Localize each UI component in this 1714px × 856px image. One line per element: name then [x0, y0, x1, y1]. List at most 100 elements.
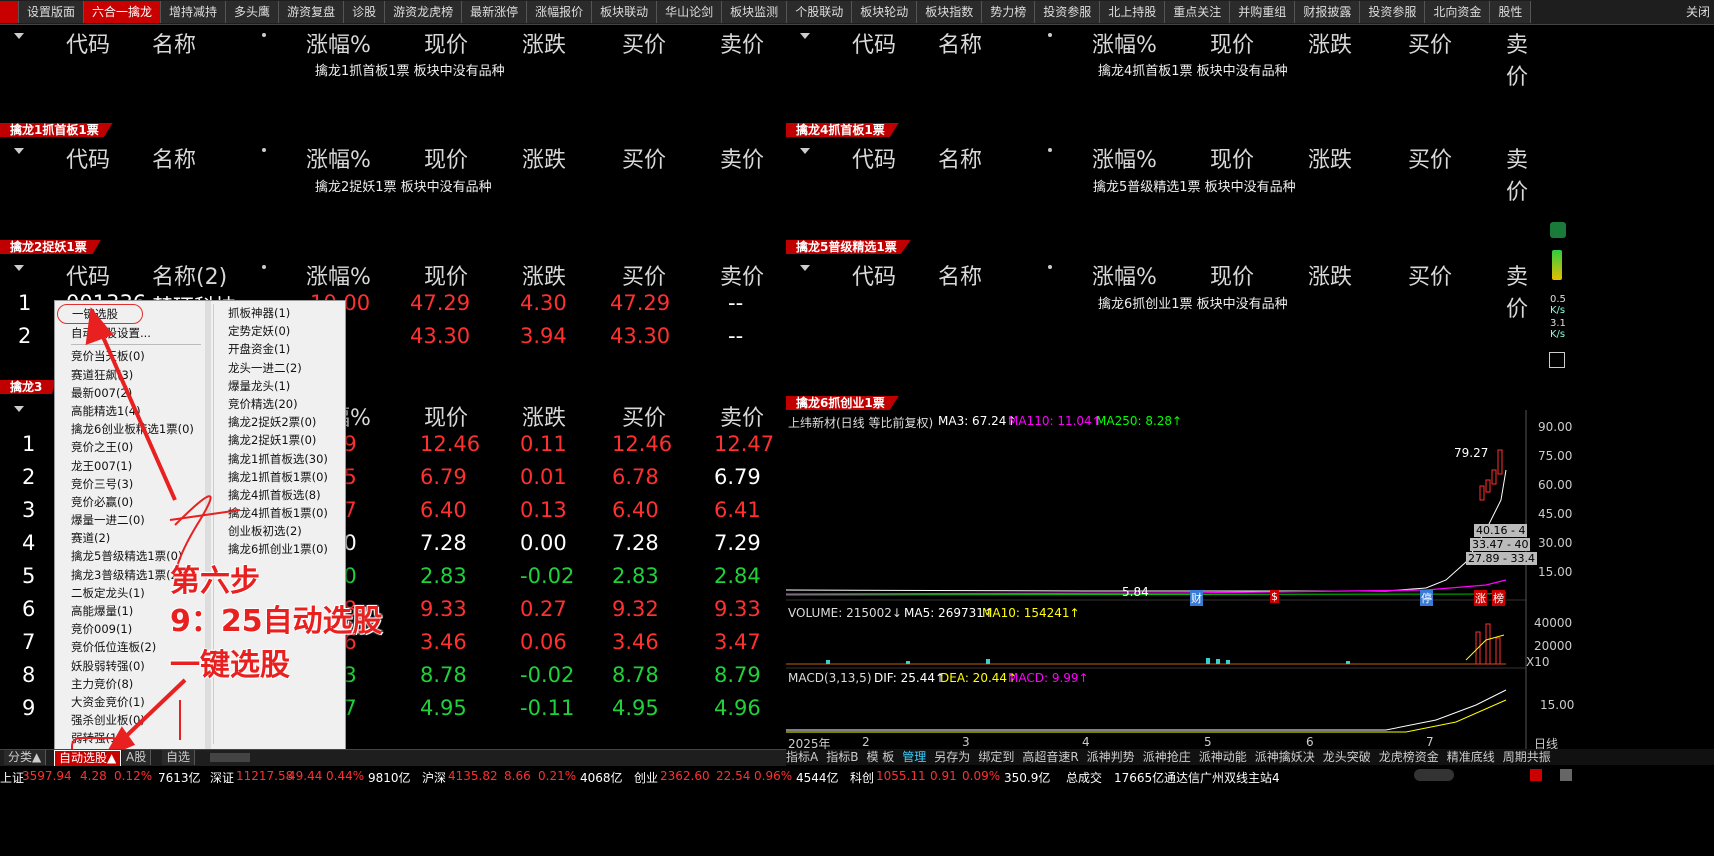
settings-icon[interactable]	[1560, 769, 1572, 781]
empty-message: 擒龙4抓首板1票 板块中没有品种	[1098, 64, 1288, 79]
chart-toolbar-item[interactable]: 周期共振	[1503, 750, 1551, 764]
cy-amount: 4544亿	[796, 771, 839, 785]
panel-5: 代码 名称 涨幅% 现价 涨跌 买价 卖价 擒龙5普级精选1票 板块中没有品种 擒龙5普级精…	[786, 140, 1546, 255]
tab-a-share[interactable]: A股	[122, 750, 152, 765]
sort-indicator-icon	[1048, 148, 1052, 152]
column-header-cell[interactable]: 代码	[852, 27, 896, 59]
column-header-cell[interactable]: 涨幅%	[1092, 142, 1157, 174]
chart-toolbar-item[interactable]: 指标B	[826, 750, 858, 764]
column-header-cell[interactable]: 卖价	[1506, 259, 1546, 323]
close-button[interactable]: 关闭	[1686, 0, 1710, 24]
column-header-cell[interactable]: 代码	[852, 259, 896, 291]
stock-chart[interactable]: 上纬新材(日线 等比前复权) MA3: 67.24↑ MA110: 11.04↑…	[786, 410, 1714, 751]
chart-toolbar-item[interactable]: 龙虎榜资金	[1379, 750, 1439, 764]
event-marker[interactable]: $	[1270, 590, 1279, 603]
empty-message: 擒龙5普级精选1票 板块中没有品种	[1093, 180, 1296, 195]
chart-toolbar-item[interactable]: 精准底线	[1447, 750, 1495, 764]
column-header-cell[interactable]: 卖价	[1506, 142, 1546, 206]
top-tab[interactable]: 北上持股	[1100, 1, 1166, 23]
top-tab[interactable]: 北向资金	[1425, 1, 1491, 23]
tab-auto-select[interactable]: 自动选股▲	[54, 750, 122, 767]
panel-ribbon[interactable]: 擒龙5普级精选1票	[786, 240, 911, 254]
column-header-cell[interactable]: 现价	[1210, 259, 1254, 291]
top-tab[interactable]: 投资参服	[1035, 1, 1101, 23]
column-header-cell[interactable]: 涨跌	[1308, 142, 1352, 174]
alert-icon[interactable]	[1530, 769, 1542, 781]
event-marker[interactable]: 涨	[1474, 590, 1487, 606]
cy-value: 2362.60	[660, 769, 710, 783]
column-header-cell[interactable]: 代码	[852, 142, 896, 174]
sz-value: 11217.58	[236, 769, 294, 783]
top-tab[interactable]: 势力榜	[982, 1, 1036, 23]
x-axis-label: 2	[862, 735, 870, 749]
tab-watchlist[interactable]: 自选	[162, 750, 196, 765]
column-header-cell[interactable]: 涨幅%	[1092, 259, 1157, 291]
price-tick: 15.00	[1538, 565, 1573, 579]
vol-tick: 20000	[1534, 639, 1573, 653]
event-marker[interactable]: 财	[1190, 590, 1203, 606]
event-marker[interactable]: 停	[1420, 590, 1433, 606]
chart-toolbar-item[interactable]: 管理	[902, 750, 926, 764]
price-range-box: 27.89 - 33.4	[1466, 552, 1537, 565]
hs-value: 4135.82	[448, 769, 498, 783]
chevron-down-icon[interactable]	[800, 265, 810, 271]
chart-toolbar-item[interactable]: 派神判势	[1087, 750, 1135, 764]
chart-toolbar-item[interactable]: 模 板	[866, 750, 894, 764]
tab-category[interactable]: 分类▲	[4, 750, 47, 765]
hs-change: 8.66	[504, 769, 531, 783]
expand-icon[interactable]	[1549, 352, 1565, 368]
top-tab[interactable]: 投资参服	[1360, 1, 1426, 23]
column-header-cell[interactable]: 名称	[938, 142, 982, 174]
server-name[interactable]: 通达信广州双线主站4	[1164, 769, 1280, 786]
chevron-down-icon[interactable]	[800, 148, 810, 154]
panel-4: 代码 名称 涨幅% 现价 涨跌 买价 卖价 擒龙4抓首板1票 板块中没有品种 擒龙4抓首板1…	[786, 25, 1546, 137]
chart-toolbar-item[interactable]: 龙头突破	[1323, 750, 1371, 764]
panel-ribbon[interactable]: 擒龙6抓创业1票	[786, 396, 899, 410]
column-header-cell[interactable]: 名称	[938, 27, 982, 59]
vol-tick: X10	[1526, 655, 1550, 669]
top-tab[interactable]: 股性	[1490, 1, 1532, 23]
column-header-cell[interactable]: 买价	[1408, 142, 1452, 174]
price-range-box: 33.47 - 40	[1470, 538, 1531, 551]
chart-toolbar-item[interactable]: 高超音速R	[1022, 750, 1078, 764]
high-price-label: 79.27	[1454, 446, 1489, 460]
cy-change: 22.54	[716, 769, 751, 783]
top-tab[interactable]: 板块指数	[917, 1, 983, 23]
chevron-down-icon[interactable]	[800, 33, 810, 39]
chart-toolbar-item[interactable]: 指标A	[786, 750, 818, 764]
column-header-cell[interactable]: 买价	[1408, 259, 1452, 291]
column-header-cell[interactable]: 现价	[1210, 27, 1254, 59]
column-header-cell[interactable]: 名称	[938, 259, 982, 291]
sh-label: 上证	[0, 771, 25, 785]
chart-toolbar-item[interactable]: 派神擒妖决	[1255, 750, 1315, 764]
top-tab[interactable]: 并购重组	[1230, 1, 1296, 23]
column-header: 代码 名称 涨幅% 现价 涨跌 买价 卖价	[786, 257, 1546, 322]
panel-ribbon[interactable]: 擒龙4抓首板1票	[786, 123, 899, 137]
top-tab[interactable]: 板块轮动	[852, 1, 918, 23]
column-header-cell[interactable]: 现价	[1210, 142, 1254, 174]
shield-icon[interactable]	[1550, 222, 1566, 238]
chart-toolbar-item[interactable]: 派神抢庄	[1143, 750, 1191, 764]
column-header-cell[interactable]: 涨跌	[1308, 27, 1352, 59]
event-marker[interactable]: 榜	[1492, 590, 1505, 606]
speed-unit-1: K/s	[1550, 305, 1566, 316]
column-header-cell[interactable]: 买价	[1408, 27, 1452, 59]
hs-pct: 0.21%	[538, 769, 577, 783]
cy-pct: 0.96%	[754, 769, 793, 783]
sz-label: 深证	[210, 771, 235, 785]
chart-toolbar-item[interactable]: 另存为	[934, 750, 970, 764]
chart-toolbar-item[interactable]: 绑定到	[978, 750, 1014, 764]
top-tab[interactable]: 财报披露	[1295, 1, 1361, 23]
column-header-cell[interactable]: 涨跌	[1308, 259, 1352, 291]
sh-value: 3597.94	[22, 769, 72, 783]
top-tab[interactable]: 个股联动	[787, 1, 853, 23]
horizontal-scrollbar[interactable]	[210, 753, 250, 762]
chart-canvas	[786, 410, 1527, 750]
column-header-cell[interactable]: 卖价	[1506, 27, 1546, 91]
status-toggle[interactable]	[1414, 769, 1454, 781]
column-header-cell[interactable]: 涨幅%	[1092, 27, 1157, 59]
side-widget-panel: 0.5 K/s 3.1 K/s	[1546, 210, 1714, 410]
top-tab[interactable]: 重点关注	[1165, 1, 1231, 23]
price-tick: 75.00	[1538, 449, 1573, 463]
chart-toolbar-item[interactable]: 派神动能	[1199, 750, 1247, 764]
